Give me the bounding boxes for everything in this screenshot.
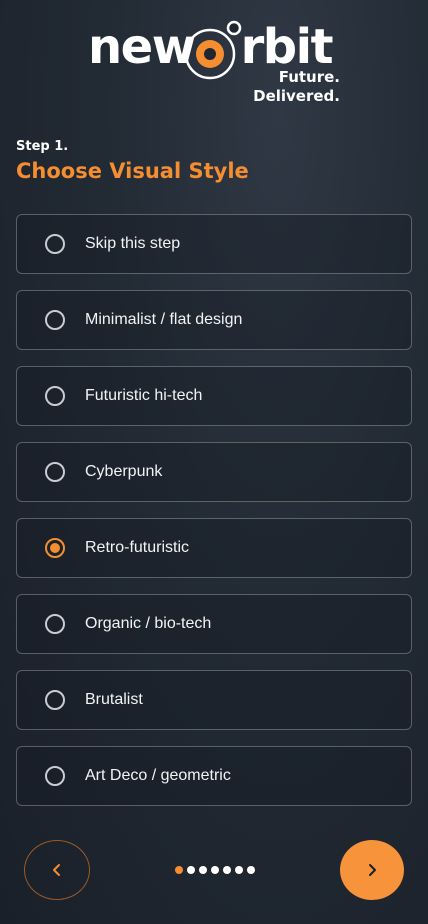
progress-dot [223, 866, 231, 874]
option-organic[interactable]: Organic / bio-tech [16, 594, 412, 654]
progress-dot [211, 866, 219, 874]
logo-word-right: rbit [240, 19, 334, 75]
radio-icon[interactable] [45, 614, 65, 634]
option-label: Futuristic hi-tech [85, 387, 203, 404]
step-label: Step 1. [16, 139, 69, 154]
option-label: Retro-futuristic [85, 539, 190, 556]
chevron-left-icon [53, 864, 60, 876]
option-label: Art Deco / geometric [85, 767, 231, 784]
progress-dot-active [175, 866, 183, 874]
option-skip[interactable]: Skip this step [16, 214, 412, 274]
option-retro-futuristic[interactable]: Retro-futuristic [16, 518, 412, 578]
option-label: Cyberpunk [85, 463, 163, 480]
prev-button[interactable] [24, 840, 90, 900]
option-label: Minimalist / flat design [85, 311, 243, 328]
option-art-deco[interactable]: Art Deco / geometric [16, 746, 412, 806]
brand-logo: new rbit Future. Delivered. [88, 12, 348, 112]
progress-dot [235, 866, 243, 874]
option-futuristic[interactable]: Futuristic hi-tech [16, 366, 412, 426]
option-label: Brutalist [85, 691, 143, 708]
step-progress-dots [175, 866, 255, 874]
progress-dot [199, 866, 207, 874]
option-label: Skip this step [85, 235, 181, 252]
option-cyberpunk[interactable]: Cyberpunk [16, 442, 412, 502]
option-minimalist[interactable]: Minimalist / flat design [16, 290, 412, 350]
option-brutalist[interactable]: Brutalist [16, 670, 412, 730]
step-title: Choose Visual Style [16, 159, 249, 183]
radio-selected-icon[interactable] [45, 538, 65, 558]
next-button[interactable] [340, 840, 404, 900]
progress-dot [247, 866, 255, 874]
radio-icon[interactable] [45, 234, 65, 254]
style-options-list: Skip this step Minimalist / flat design … [16, 214, 412, 822]
radio-icon[interactable] [45, 310, 65, 330]
tagline-line-2: Delivered. [253, 87, 340, 105]
logo-word-left: new [88, 19, 196, 75]
radio-icon[interactable] [45, 386, 65, 406]
logo-tagline: Future. Delivered. [253, 68, 340, 106]
orbit-o-icon [186, 20, 242, 80]
tagline-line-1: Future. [278, 68, 340, 86]
radio-icon[interactable] [45, 766, 65, 786]
chevron-right-icon [369, 864, 376, 876]
option-label: Organic / bio-tech [85, 615, 212, 632]
progress-dot [187, 866, 195, 874]
radio-icon[interactable] [45, 690, 65, 710]
radio-icon[interactable] [45, 462, 65, 482]
